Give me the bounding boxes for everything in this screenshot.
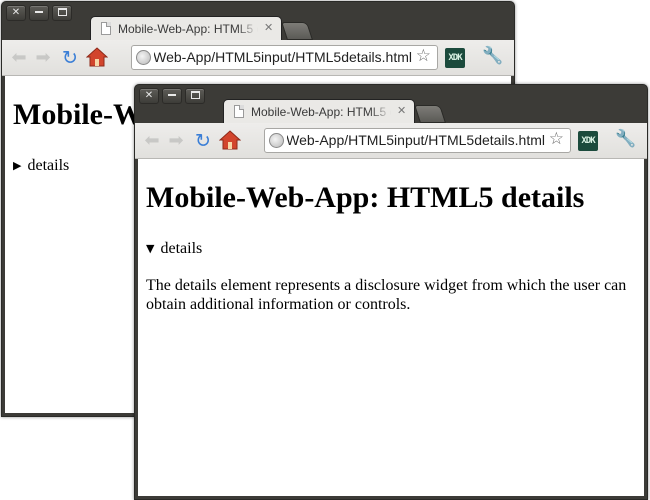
details-description: The details element represents a disclos… [146, 277, 627, 313]
wrench-icon: 🔧 [615, 129, 637, 149]
window-minimize-button[interactable] [29, 5, 49, 21]
window-maximize-button[interactable] [52, 5, 72, 21]
home-button[interactable] [219, 129, 241, 151]
minimize-icon [168, 94, 176, 96]
home-icon [86, 47, 108, 67]
maximize-icon [190, 90, 200, 99]
window-maximize-button[interactable] [185, 88, 205, 104]
new-tab-button[interactable] [414, 105, 446, 123]
arrow-left-icon: ⬅ [144, 130, 160, 151]
globe-icon [269, 133, 284, 148]
tab-title: Mobile-Web-App: HTML5 details [251, 105, 391, 119]
url-text: Mobile-Web-App/HTML5input/HTML5details.h… [154, 49, 412, 65]
url-text: Mobile-Web-App/HTML5input/HTML5details.h… [287, 132, 545, 148]
wrench-menu-button[interactable]: 🔧 [615, 129, 636, 149]
browser-toolbar: ⬅ ➡ ↻ Mobile-Web-App/HTML5input/HTML5det… [135, 123, 647, 159]
summary-label: details [160, 240, 203, 257]
page-icon [234, 105, 244, 118]
tab-close-icon[interactable]: ✕ [397, 104, 406, 117]
globe-icon [136, 50, 151, 65]
window-minimize-button[interactable] [162, 88, 182, 104]
browser-tab[interactable]: Mobile-Web-App: HTML5 details ✕ [90, 16, 282, 41]
wrench-icon: 🔧 [482, 46, 504, 66]
title-bar: ✕ Mobile-Web-App: HTML5 details ✕ [135, 85, 647, 124]
arrow-right-icon: ➡ [168, 130, 184, 151]
page-heading: Mobile-Web-App: HTML5 details [146, 181, 585, 214]
xdk-extension-icon[interactable]: XDK [445, 48, 465, 68]
wrench-menu-button[interactable]: 🔧 [482, 46, 503, 66]
address-bar[interactable]: Mobile-Web-App/HTML5input/HTML5details.h… [131, 45, 438, 70]
home-button[interactable] [86, 46, 108, 68]
window-close-button[interactable]: ✕ [139, 88, 159, 104]
reload-icon: ↻ [195, 130, 211, 152]
details-summary[interactable]: ▶ details [13, 157, 69, 175]
close-icon: ✕ [144, 90, 154, 101]
forward-button[interactable]: ➡ [165, 130, 187, 152]
back-button[interactable]: ⬅ [8, 47, 30, 69]
maximize-icon [57, 7, 67, 16]
home-icon [219, 130, 241, 150]
arrow-left-icon: ⬅ [11, 47, 27, 68]
reload-icon: ↻ [62, 47, 78, 69]
bookmark-star-icon[interactable]: ☆ [549, 129, 564, 149]
page-content: Mobile-Web-App: HTML5 details ▼ details T… [138, 159, 644, 496]
tab-close-icon[interactable]: ✕ [264, 21, 273, 34]
details-summary[interactable]: ▼ details [146, 240, 202, 258]
tab-title: Mobile-Web-App: HTML5 details [118, 22, 258, 36]
arrow-right-icon: ➡ [35, 47, 51, 68]
summary-label: details [27, 157, 70, 174]
forward-button[interactable]: ➡ [32, 47, 54, 69]
browser-tab[interactable]: Mobile-Web-App: HTML5 details ✕ [223, 99, 415, 124]
disclosure-closed-icon: ▶ [13, 159, 22, 172]
new-tab-button[interactable] [281, 22, 313, 40]
window-close-button[interactable]: ✕ [6, 5, 26, 21]
reload-button[interactable]: ↻ [192, 130, 214, 152]
title-bar: ✕ Mobile-Web-App: HTML5 details ✕ [2, 2, 514, 41]
disclosure-open-icon: ▼ [146, 242, 155, 255]
address-bar[interactable]: Mobile-Web-App/HTML5input/HTML5details.h… [264, 128, 571, 153]
page-icon [101, 22, 111, 35]
browser-window-foreground: ✕ Mobile-Web-App: HTML5 details ✕ ⬅ ➡ ↻ … [134, 84, 648, 500]
browser-toolbar: ⬅ ➡ ↻ Mobile-Web-App/HTML5input/HTML5det… [2, 40, 514, 76]
close-icon: ✕ [11, 7, 21, 18]
bookmark-star-icon[interactable]: ☆ [416, 46, 431, 66]
back-button[interactable]: ⬅ [141, 130, 163, 152]
minimize-icon [35, 11, 43, 13]
reload-button[interactable]: ↻ [59, 47, 81, 69]
xdk-extension-icon[interactable]: XDK [578, 131, 598, 151]
